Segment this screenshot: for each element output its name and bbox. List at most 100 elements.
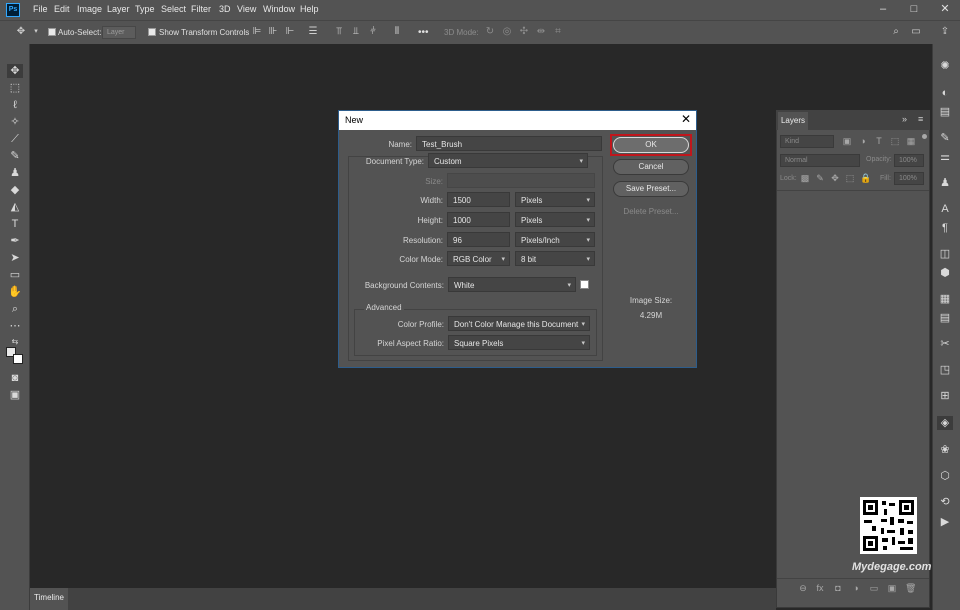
cancel-button[interactable]: Cancel xyxy=(613,159,689,175)
share-icon[interactable]: ⇪ xyxy=(939,26,951,38)
minimize-icon[interactable]: – xyxy=(876,2,890,16)
align-middle-icon[interactable]: ⫫ xyxy=(350,26,362,38)
fill-field[interactable]: 100% xyxy=(894,172,924,185)
collapse-panel-icon[interactable]: » xyxy=(902,114,907,124)
zoom-tool-icon[interactable]: ⌕ xyxy=(7,302,23,316)
channels-panel-icon[interactable]: ❀ xyxy=(937,443,953,457)
3d-drag-icon[interactable]: ✣ xyxy=(518,26,530,38)
panel-menu-icon[interactable]: ≡ xyxy=(918,114,923,124)
distribute-vertical-icon[interactable]: ⫴ xyxy=(391,26,403,38)
menu-type[interactable]: Type xyxy=(135,4,155,14)
color-mode-select[interactable]: RGB Color ▾ xyxy=(447,251,510,266)
color-profile-select[interactable]: Don't Color Manage this Document ▾ xyxy=(448,316,590,331)
auto-select-checkbox[interactable] xyxy=(48,28,56,36)
more-options-icon[interactable]: ••• xyxy=(418,27,429,38)
notes-panel-icon[interactable]: ▤ xyxy=(937,311,953,325)
menu-help[interactable]: Help xyxy=(300,4,319,14)
layer-filter-kind[interactable]: Kind xyxy=(780,135,834,148)
new-layer-icon[interactable]: ▣ xyxy=(887,583,897,594)
height-input[interactable]: 1000 xyxy=(447,212,510,227)
new-group-icon[interactable]: ▭ xyxy=(869,583,879,594)
align-bottom-icon[interactable]: ⫩ xyxy=(367,26,379,38)
resolution-unit-select[interactable]: Pixels/Inch ▾ xyxy=(515,232,595,247)
rectangle-tool-icon[interactable]: ▭ xyxy=(7,268,23,282)
lock-all-icon[interactable]: 🔒 xyxy=(860,173,871,184)
eyedropper-tool-icon[interactable]: ⟋ xyxy=(7,132,23,146)
align-left-icon[interactable]: ⊫ xyxy=(251,26,263,38)
menu-3d[interactable]: 3D xyxy=(219,4,231,14)
adjustments-panel-icon[interactable]: ◐ xyxy=(937,86,953,100)
background-color-swatch[interactable] xyxy=(13,354,23,364)
3d-slide-icon[interactable]: ⇹ xyxy=(535,26,547,38)
background-color-swatch[interactable] xyxy=(580,280,589,289)
info-panel-icon[interactable]: ⊞ xyxy=(937,389,953,403)
menu-image[interactable]: Image xyxy=(77,4,102,14)
align-top-icon[interactable]: ⫪ xyxy=(333,26,345,38)
lasso-tool-icon[interactable]: ℓ xyxy=(7,98,23,112)
pixel-aspect-select[interactable]: Square Pixels ▾ xyxy=(448,335,590,350)
filter-toggle-icon[interactable] xyxy=(922,134,927,139)
tool-preset-chevron-icon[interactable]: ▾ xyxy=(30,26,42,38)
auto-select-dropdown[interactable]: Layer xyxy=(102,26,136,39)
measurement-panel-icon[interactable]: ⟲ xyxy=(937,495,953,509)
more-tools-icon[interactable]: ⋯ xyxy=(7,319,23,333)
styles-panel-icon[interactable]: ◫ xyxy=(937,247,953,261)
magic-wand-tool-icon[interactable]: ✧ xyxy=(7,115,23,129)
3d-orbit-icon[interactable]: ↻ xyxy=(484,26,496,38)
lock-position-icon[interactable]: ✥ xyxy=(830,173,840,184)
path-selection-tool-icon[interactable]: ➤ xyxy=(7,251,23,265)
timeline-panel-icon[interactable]: ◳ xyxy=(937,363,953,377)
filter-adjustment-icon[interactable]: ◑ xyxy=(858,136,868,146)
history-panel-icon[interactable]: ▦ xyxy=(937,292,953,306)
properties-panel-icon[interactable]: ⚌ xyxy=(937,150,953,164)
brush-tool-icon[interactable]: ✎ xyxy=(7,149,23,163)
learn-panel-icon[interactable]: ✺ xyxy=(937,59,953,73)
resolution-input[interactable]: 96 xyxy=(447,232,510,247)
lock-image-icon[interactable]: ✎ xyxy=(815,173,825,184)
blend-mode-select[interactable]: Normal xyxy=(780,154,860,167)
advanced-toggle[interactable]: Advanced xyxy=(364,303,404,312)
filter-type-icon[interactable]: T xyxy=(874,136,884,146)
tab-layers[interactable]: Layers xyxy=(778,112,808,130)
screen-mode-icon[interactable]: ▣ xyxy=(7,388,23,402)
width-input[interactable]: 1500 xyxy=(447,192,510,207)
add-mask-icon[interactable]: ◘ xyxy=(833,583,843,593)
workspace-icon[interactable]: ▭ xyxy=(910,26,922,38)
3d-camera-icon[interactable]: ⌗ xyxy=(552,26,564,38)
distribute-icon[interactable]: ☰ xyxy=(307,26,319,38)
type-tool-icon[interactable]: T xyxy=(7,217,23,231)
3d-roll-icon[interactable]: ◎ xyxy=(501,26,513,38)
menu-select[interactable]: Select xyxy=(161,4,186,14)
shapes-panel-icon[interactable]: ⬢ xyxy=(937,266,953,280)
menu-filter[interactable]: Filter xyxy=(191,4,211,14)
menu-edit[interactable]: Edit xyxy=(54,4,70,14)
lock-transparent-icon[interactable]: ▩ xyxy=(800,173,810,184)
3d-panel-icon[interactable]: ⬡ xyxy=(937,469,953,483)
clone-source-icon[interactable]: ♟ xyxy=(937,176,953,190)
document-type-select[interactable]: Custom ▾ xyxy=(428,153,588,168)
move-tool-icon[interactable]: ✥ xyxy=(7,64,23,78)
name-input[interactable]: Test_Brush xyxy=(416,136,602,151)
filter-smart-object-icon[interactable]: ▦ xyxy=(906,136,916,147)
height-unit-select[interactable]: Pixels ▾ xyxy=(515,212,595,227)
quick-mask-icon[interactable]: ◙ xyxy=(7,371,23,385)
paragraph-panel-icon[interactable]: ¶ xyxy=(937,221,953,235)
layers-panel-icon[interactable]: ◈ xyxy=(937,416,953,430)
opacity-field[interactable]: 100% xyxy=(894,154,924,167)
align-center-icon[interactable]: ⊪ xyxy=(267,26,279,38)
close-window-icon[interactable]: ✕ xyxy=(938,2,952,16)
libraries-panel-icon[interactable]: ▤ xyxy=(937,105,953,119)
brush-panel-icon[interactable]: ✎ xyxy=(937,131,953,145)
width-unit-select[interactable]: Pixels ▾ xyxy=(515,192,595,207)
dialog-close-icon[interactable]: ✕ xyxy=(680,112,692,126)
tab-timeline[interactable]: Timeline xyxy=(30,588,68,610)
show-transform-checkbox[interactable] xyxy=(148,28,156,36)
menu-layer[interactable]: Layer xyxy=(107,4,130,14)
new-adjustment-icon[interactable]: ◑ xyxy=(851,583,861,593)
align-right-icon[interactable]: ⊩ xyxy=(284,26,296,38)
link-layers-icon[interactable]: ⊖ xyxy=(798,583,808,594)
layer-style-icon[interactable]: fx xyxy=(815,583,825,593)
move-tool-icon[interactable]: ✥ xyxy=(15,26,27,38)
character-panel-icon[interactable]: A xyxy=(937,202,953,216)
pen-tool-icon[interactable]: ✒ xyxy=(7,234,23,248)
